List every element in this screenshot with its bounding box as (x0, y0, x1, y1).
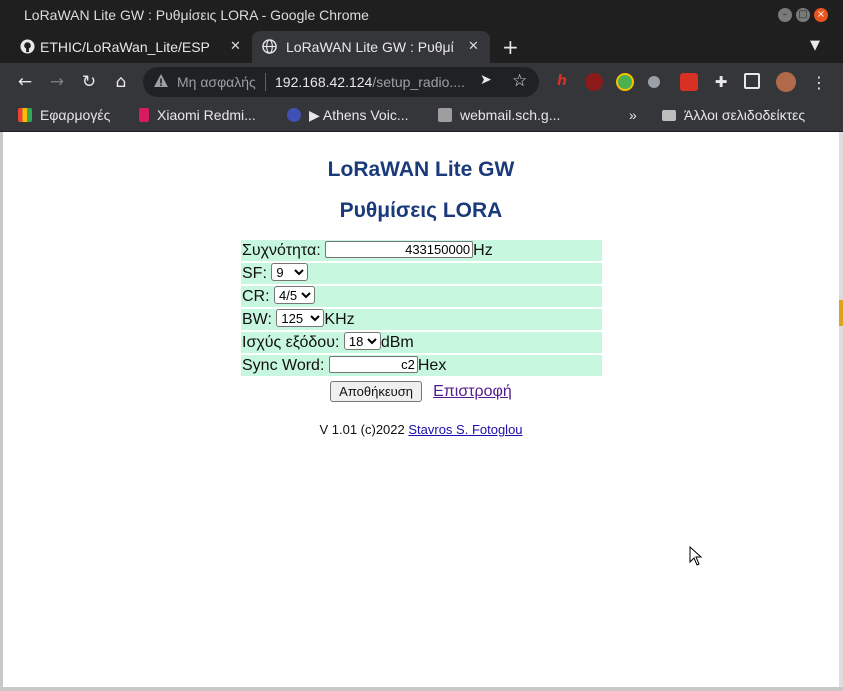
sync-word-row: Sync Word: Hex (241, 355, 602, 376)
power-label: Ισχύς εξόδου: (242, 334, 340, 351)
reload-icon[interactable]: ↻ (78, 71, 100, 93)
power-unit: dBm (380, 334, 414, 351)
power-select[interactable]: 18 (343, 332, 381, 350)
extension-dots-icon[interactable] (648, 76, 660, 88)
page-title: LoRaWAN Lite GW (327, 158, 515, 181)
frequency-row: Συχνότητα: Hz (241, 240, 602, 261)
page-subtitle: Ρυθμίσεις LORA (339, 199, 503, 222)
form-actions: Αποθήκευση Επιστροφή (3, 381, 839, 402)
tab-label: ETHIC/LoRaWan_Lite/ESP (40, 39, 210, 55)
bookmark-other-folder[interactable]: Άλλοι σελιδοδείκτες (662, 107, 805, 123)
footer: V 1.01 (c)2022 Stavros S. Fotoglou (3, 422, 839, 437)
cr-select[interactable]: 4/5 (274, 286, 316, 304)
tab-label: LoRaWAN Lite GW : Ρυθμί (286, 39, 454, 55)
bookmarks-overflow-icon[interactable]: » (629, 107, 637, 123)
bw-label: BW: (242, 311, 272, 328)
back-link[interactable]: Επιστροφή (433, 383, 512, 400)
sync-word-input[interactable] (328, 356, 418, 373)
frequency-input[interactable] (325, 241, 474, 258)
extensions-puzzle-icon[interactable]: ✚ (712, 73, 730, 91)
new-tab-icon[interactable]: + (502, 35, 519, 59)
bookmark-athens-voice[interactable]: ▶ Athens Voic... (287, 107, 409, 124)
frequency-label: Συχνότητα: (242, 242, 321, 259)
chrome-ext-icon[interactable] (616, 73, 634, 91)
background-strip-bottom (0, 687, 843, 691)
bookmark-label: webmail.sch.g... (460, 107, 561, 123)
bw-row: BW: 125 KHz (241, 309, 602, 330)
bookmark-webmail[interactable]: webmail.sch.g... (438, 107, 560, 123)
send-to-device-icon[interactable]: ➤ (480, 72, 492, 88)
folder-icon (662, 110, 676, 121)
maximize-button[interactable]: □ (796, 8, 810, 22)
bw-unit: KHz (324, 311, 355, 328)
page-content: LoRaWAN Lite GW Ρυθμίσεις LORA Συχνότητα… (3, 132, 839, 687)
bookmark-favicon (139, 108, 149, 122)
power-row: Ισχύς εξόδου: 18 dBm (241, 332, 602, 353)
url-host: 192.168.42.124 (275, 74, 373, 90)
cr-label: CR: (242, 288, 270, 305)
av-favicon (287, 108, 301, 122)
bw-select[interactable]: 125 (276, 309, 325, 327)
mouse-pointer-icon (689, 546, 703, 566)
bookmark-label: Xiaomi Redmi... (157, 107, 256, 123)
forward-arrow-icon[interactable]: → (46, 71, 68, 93)
tab-search-chevron-icon[interactable]: ▼ (810, 38, 820, 53)
tab-close-icon[interactable]: ✕ (468, 38, 479, 54)
extension-h-icon[interactable]: h (553, 73, 571, 91)
tab-close-icon[interactable]: ✕ (230, 38, 241, 54)
bookmark-label: Άλλοι σελιδοδείκτες (684, 107, 806, 123)
sf-row: SF: 9 (241, 263, 602, 284)
footer-text: V 1.01 (c)2022 (319, 422, 409, 437)
extension-red-icon[interactable] (680, 73, 698, 91)
apps-grid-icon (18, 108, 32, 122)
frequency-unit: Hz (473, 242, 493, 259)
author-link[interactable]: Stavros S. Fotoglou (408, 422, 522, 437)
bookmarks-bar: Εφαρμογές Xiaomi Redmi... ▶ Athens Voic.… (0, 101, 843, 132)
sync-word-label: Sync Word: (242, 357, 325, 374)
browser-window: LoRaWAN Lite GW : Ρυθμίσεις LORA - Googl… (0, 0, 843, 691)
url-path: /setup_radio.... (372, 74, 465, 90)
lora-settings-form: Συχνότητα: Hz SF: 9 CR: 4/5 BW: 125KHz Ι… (241, 240, 602, 378)
security-label: Μη ασφαλής (177, 74, 256, 90)
ublock-icon[interactable] (585, 73, 603, 91)
close-window-button[interactable]: × (814, 8, 828, 22)
omnibox-divider (265, 73, 266, 91)
home-icon[interactable]: ⌂ (110, 71, 132, 93)
title-bar: LoRaWAN Lite GW : Ρυθμίσεις LORA - Googl… (0, 0, 843, 30)
bookmark-label: Εφαρμογές (40, 107, 111, 123)
back-arrow-icon[interactable]: ← (14, 71, 36, 93)
menu-kebab-icon[interactable]: ⋮ (810, 73, 828, 92)
sf-label: SF: (242, 265, 267, 282)
globe-icon (262, 39, 277, 54)
bookmark-label: ▶ Athens Voic... (309, 107, 409, 123)
github-icon (20, 39, 35, 54)
url-text[interactable]: 192.168.42.124/setup_radio.... (275, 74, 465, 90)
avatar[interactable] (776, 72, 796, 92)
cr-row: CR: 4/5 (241, 286, 602, 307)
window-title: LoRaWAN Lite GW : Ρυθμίσεις LORA - Googl… (24, 7, 369, 23)
bookmark-xiaomi[interactable]: Xiaomi Redmi... (139, 107, 256, 123)
sync-word-unit: Hex (417, 357, 447, 374)
sf-select[interactable]: 9 (271, 263, 309, 281)
webmail-favicon (438, 108, 452, 122)
side-panel-icon[interactable] (744, 73, 760, 89)
minimize-button[interactable]: – (778, 8, 792, 22)
bookmark-star-icon[interactable]: ☆ (512, 71, 527, 91)
background-accent (839, 300, 843, 326)
tab-github[interactable]: ETHIC/LoRaWan_Lite/ESP ✕ (14, 31, 250, 63)
save-button[interactable]: Αποθήκευση (330, 381, 422, 402)
warning-icon[interactable] (153, 73, 169, 89)
background-strip-right (839, 132, 843, 691)
bookmark-apps[interactable]: Εφαρμογές (18, 107, 110, 123)
omnibox[interactable]: Μη ασφαλής 192.168.42.124/setup_radio...… (143, 67, 539, 97)
tab-lorawan[interactable]: LoRaWAN Lite GW : Ρυθμί ✕ (252, 31, 490, 63)
